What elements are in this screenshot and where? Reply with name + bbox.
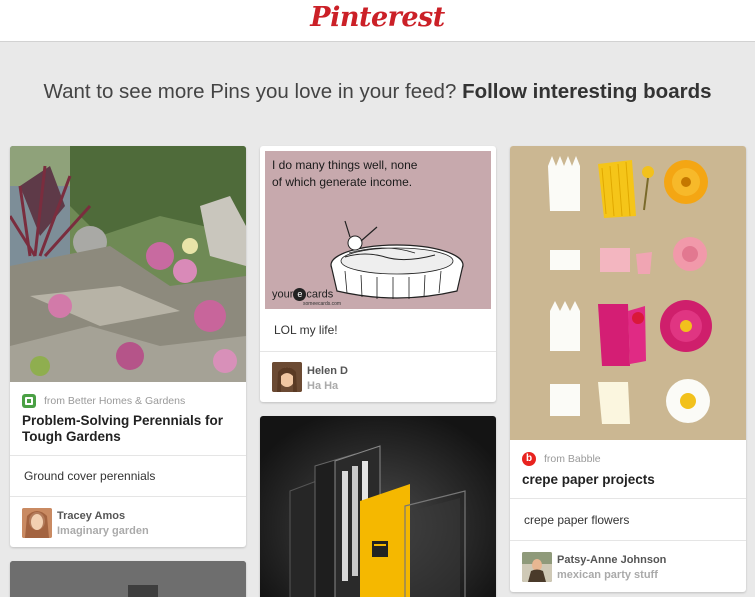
pinner-info[interactable]: Patsy-Anne Johnson mexican party stuff [510,540,746,592]
bhg-icon [22,394,36,408]
pin-title[interactable]: crepe paper projects [522,472,736,488]
follow-boards-link[interactable]: Follow interesting boards [462,80,711,103]
top-bar: Pinterest [0,0,755,42]
pinner-board[interactable]: Imaginary garden [57,525,149,537]
pin-image[interactable] [260,416,496,597]
ecard-brand: your e cards [272,288,334,301]
pinner-board[interactable]: mexican party stuff [557,569,658,581]
pin-card[interactable]: from Better Homes & Gardens Problem-Solv… [10,146,246,547]
pin-title[interactable]: Problem-Solving Perennials for Tough Gar… [22,413,236,445]
follow-boards-prompt: Want to see more Pins you love in your f… [0,80,755,104]
ecard-e-logo: e [293,288,307,301]
pin-card[interactable]: I do many things well, none of which gen… [260,146,496,402]
pin-image[interactable]: I do many things well, none of which gen… [265,151,491,309]
pinner-info[interactable]: Tracey Amos Imaginary garden [10,496,246,547]
pinterest-logo[interactable]: Pinterest [0,2,755,33]
pinner-info[interactable]: Helen D Ha Ha [260,351,496,402]
pin-source[interactable]: from Better Homes & Gardens [22,394,185,408]
prompt-text: Want to see more Pins you love in your f… [43,80,457,103]
pinner-name[interactable]: Helen D [307,365,348,377]
pin-image[interactable] [510,146,746,440]
pin-description: LOL my life! [274,323,338,337]
ecard-text: I do many things well, none of which gen… [272,158,418,189]
pin-source[interactable]: b from Babble [522,452,601,466]
ecard-site: someecards.com [303,301,342,307]
pin-description: Ground cover perennials [10,455,246,497]
avatar[interactable] [522,552,552,582]
pinner-board[interactable]: Ha Ha [307,380,338,392]
avatar[interactable] [272,362,302,392]
pinner-name[interactable]: Patsy-Anne Johnson [557,554,666,566]
pin-card[interactable] [10,561,246,597]
pin-image[interactable] [10,561,246,597]
pin-card[interactable]: b from Babble crepe paper projects crepe… [510,146,746,592]
pin-card[interactable] [260,416,496,597]
pinner-name[interactable]: Tracey Amos [57,510,125,522]
babble-icon: b [522,452,536,466]
pin-description: crepe paper flowers [510,498,746,542]
pin-image[interactable] [10,146,246,382]
avatar[interactable] [22,508,52,538]
